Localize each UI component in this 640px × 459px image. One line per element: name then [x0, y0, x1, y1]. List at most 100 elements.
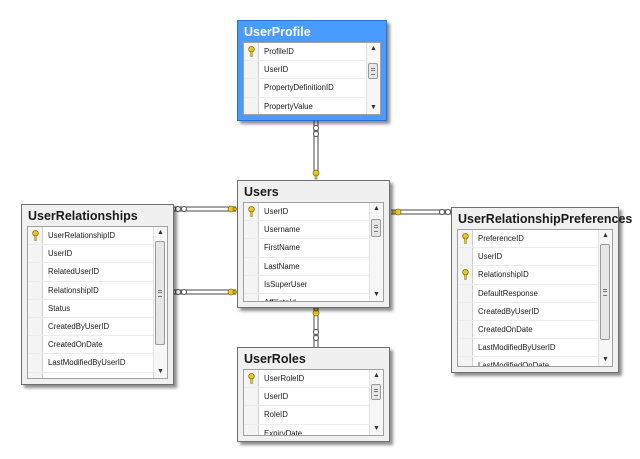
- column-row[interactable]: CreatedByUserID: [458, 302, 599, 321]
- column-name: DefaultResponse: [478, 288, 538, 298]
- row-selector[interactable]: [244, 97, 259, 114]
- column-row[interactable]: FirstName: [244, 239, 370, 258]
- scrollbar-thumb[interactable]: [600, 244, 610, 340]
- column-row[interactable]: LastModifiedByUserID: [458, 339, 599, 358]
- column-row[interactable]: UserID: [244, 61, 367, 80]
- column-row[interactable]: PropertyDefinitionID: [244, 79, 367, 98]
- scrollbar-thumb[interactable]: [368, 63, 378, 79]
- row-selector[interactable]: [458, 266, 473, 284]
- vertical-scrollbar[interactable]: ▲ ▼: [153, 227, 167, 378]
- scrollbar-thumb[interactable]: [371, 219, 381, 237]
- column-row[interactable]: CreatedOnDate: [458, 320, 599, 340]
- column-name: Status: [48, 303, 71, 313]
- row-selector[interactable]: [28, 299, 43, 317]
- scroll-down-icon[interactable]: ▼: [599, 354, 612, 366]
- column-row[interactable]: RelatedUserID: [28, 263, 154, 282]
- table-body: UserRelationshipID UserID RelatedUserID Rel…: [27, 226, 168, 379]
- column-row[interactable]: ProfileID: [244, 43, 367, 62]
- row-selector[interactable]: [244, 293, 259, 301]
- column-name: RelationshipID: [478, 270, 529, 280]
- row-selector[interactable]: [28, 372, 43, 378]
- row-selector[interactable]: [244, 61, 259, 79]
- column-row[interactable]: Username: [244, 221, 370, 240]
- primary-key-icon: [461, 233, 469, 244]
- scrollbar-thumb[interactable]: [155, 241, 165, 345]
- scroll-down-icon[interactable]: ▼: [370, 289, 383, 301]
- row-selector[interactable]: [244, 221, 259, 239]
- row-selector[interactable]: [458, 357, 473, 366]
- column-name: LastModifiedByUserID: [478, 343, 556, 353]
- row-selector[interactable]: [458, 284, 473, 302]
- row-selector[interactable]: [458, 320, 473, 339]
- many-end-icon: [175, 206, 181, 212]
- row-selector[interactable]: [244, 424, 259, 435]
- column-row[interactable]: LastModifiedByUserID: [28, 354, 154, 373]
- scroll-up-icon[interactable]: ▲: [367, 43, 380, 55]
- table-userrelationshippreferences[interactable]: UserRelationshipPreferences PreferenceID…: [451, 207, 632, 373]
- row-selector[interactable]: [28, 245, 43, 263]
- column-row[interactable]: IsSuperUser: [244, 275, 370, 294]
- scroll-down-icon[interactable]: ▼: [367, 102, 380, 114]
- column-name: UserID: [264, 392, 289, 402]
- scroll-up-icon[interactable]: ▲: [599, 230, 612, 242]
- scroll-up-icon[interactable]: ▲: [370, 203, 383, 215]
- row-selector[interactable]: [28, 281, 43, 299]
- column-row[interactable]: UserID: [458, 248, 599, 267]
- column-name: FirstName: [264, 243, 300, 253]
- many-end-icon: [175, 289, 181, 295]
- column-row[interactable]: ExpiryDate: [244, 424, 370, 435]
- row-selector[interactable]: [28, 317, 43, 336]
- column-row[interactable]: Status: [28, 299, 154, 318]
- column-row[interactable]: LastModifiedOnDate: [458, 357, 599, 366]
- row-selector[interactable]: [244, 203, 259, 221]
- vertical-scrollbar[interactable]: ▲ ▼: [366, 43, 380, 114]
- row-selector[interactable]: [458, 302, 473, 320]
- column-name: ProfileID: [264, 47, 294, 57]
- column-row[interactable]: RelationshipID: [458, 266, 599, 285]
- scroll-down-icon[interactable]: ▼: [370, 423, 383, 435]
- row-selector[interactable]: [28, 227, 43, 245]
- row-selector[interactable]: [28, 336, 43, 354]
- vertical-scrollbar[interactable]: ▲ ▼: [598, 230, 612, 366]
- table-userprofile[interactable]: UserProfile ProfileID UserID PropertyDefin…: [237, 20, 387, 121]
- row-selector[interactable]: [458, 248, 473, 266]
- row-selector[interactable]: [458, 230, 473, 248]
- column-row[interactable]: DefaultResponse: [458, 284, 599, 303]
- row-selector[interactable]: [244, 79, 259, 97]
- row-selector[interactable]: [244, 43, 259, 61]
- column-row[interactable]: RelationshipID: [28, 281, 154, 300]
- table-userroles[interactable]: UserRoles UserRoleID UserID RoleID ExpiryDa…: [237, 347, 390, 442]
- column-row[interactable]: LastName: [244, 257, 370, 276]
- column-row[interactable]: RoleID: [244, 406, 370, 425]
- row-selector[interactable]: [28, 263, 43, 281]
- column-row[interactable]: CreatedByUserID: [28, 317, 154, 337]
- scroll-up-icon[interactable]: ▲: [370, 370, 383, 382]
- primary-key-icon: [31, 230, 39, 241]
- vertical-scrollbar[interactable]: ▲ ▼: [369, 203, 383, 301]
- row-selector[interactable]: [244, 239, 259, 257]
- table-body: UserRoleID UserID RoleID ExpiryDate ▲ ▼: [243, 369, 384, 436]
- table-userrelationships[interactable]: UserRelationships UserRelationshipID User…: [21, 204, 174, 385]
- column-row[interactable]: UserID: [28, 245, 154, 264]
- column-row[interactable]: PreferenceID: [458, 230, 599, 249]
- column-row[interactable]: PropertyValue: [244, 97, 367, 114]
- column-row[interactable]: UserID: [244, 203, 370, 222]
- scrollbar-thumb[interactable]: [371, 384, 381, 400]
- column-row[interactable]: CreatedOnDate: [28, 336, 154, 355]
- scroll-down-icon[interactable]: ▼: [154, 366, 167, 378]
- column-row[interactable]: AffiliateId: [244, 293, 370, 301]
- row-selector[interactable]: [244, 406, 259, 424]
- vertical-scrollbar[interactable]: ▲ ▼: [369, 370, 383, 435]
- row-selector[interactable]: [244, 370, 259, 388]
- column-row[interactable]: UserRelationshipID: [28, 227, 154, 246]
- table-users[interactable]: Users UserID Username FirstName LastName IsS…: [237, 180, 390, 308]
- column-row[interactable]: UserID: [244, 388, 370, 407]
- scroll-up-icon[interactable]: ▲: [154, 227, 167, 239]
- row-selector[interactable]: [458, 339, 473, 357]
- row-selector[interactable]: [244, 388, 259, 406]
- column-row[interactable]: LastModifiedOnDate: [28, 372, 154, 378]
- row-selector[interactable]: [244, 257, 259, 275]
- column-row[interactable]: UserRoleID: [244, 370, 370, 389]
- row-selector[interactable]: [28, 354, 43, 372]
- row-selector[interactable]: [244, 275, 259, 293]
